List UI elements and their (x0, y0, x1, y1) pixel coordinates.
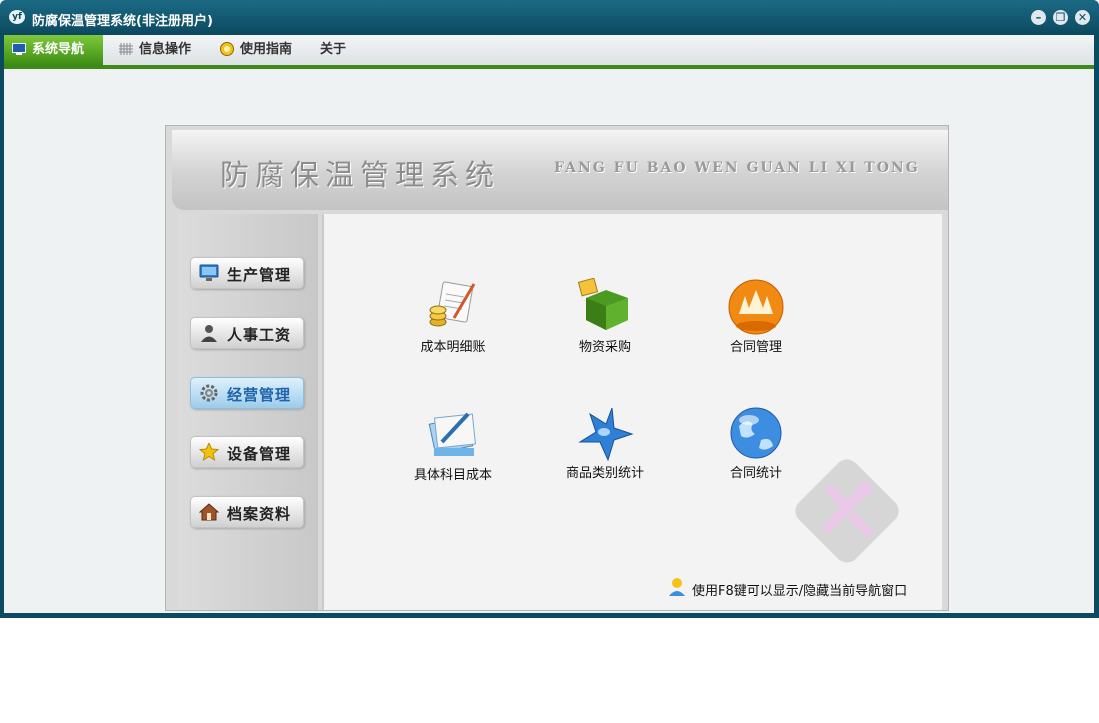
document-pen-icon (428, 412, 477, 456)
monitor-icon (199, 264, 219, 281)
menu-bar: 系统导航 信息操作 使用指南 关于 (4, 35, 1094, 69)
house-icon (199, 503, 219, 521)
menu-label: 关于 (320, 42, 347, 57)
tools-watermark-icon (795, 459, 899, 563)
menu-label: 系统导航 (32, 42, 85, 57)
minimize-icon[interactable]: – (1031, 10, 1046, 25)
star-icon (199, 443, 219, 461)
menu-label: 信息操作 (139, 42, 192, 57)
sidebar-item-label: 档案资料 (227, 505, 292, 523)
sidebar-item-equipment[interactable]: 设备管理 (190, 436, 304, 468)
module-material-purchase[interactable]: 物资采购 (550, 278, 660, 368)
module-cost-ledger[interactable]: 成本明细账 (398, 278, 508, 368)
module-label: 合同管理 (729, 340, 782, 355)
sidebar-item-hr-payroll[interactable]: 人事工资 (190, 317, 304, 349)
banner-title-en: FANG FU BAO WEN GUAN LI XI TONG (554, 160, 920, 176)
nav-sidebar: 生产管理 人事工资 经营管理 设备管理 档案资料 (178, 214, 318, 610)
module-label: 成本明细账 (420, 340, 486, 355)
sidebar-item-archives[interactable]: 档案资料 (190, 496, 304, 528)
sidebar-item-label: 生产管理 (227, 266, 292, 284)
module-category-stats[interactable]: 商品类别统计 (550, 406, 660, 496)
ledger-coins-icon (429, 281, 476, 327)
module-subject-cost[interactable]: 具体科目成本 (398, 406, 508, 496)
module-label: 具体科目成本 (413, 468, 492, 483)
module-contract-mgmt[interactable]: 合同管理 (701, 278, 811, 368)
menu-item-system-nav[interactable]: 系统导航 (4, 35, 103, 65)
sidebar-item-label: 经营管理 (227, 386, 292, 404)
module-area: 成本明细账 物资采购 合同管理 具体科目成本 商品类别统计 合同统计 使用F8键… (322, 214, 942, 610)
hint-text: 使用F8键可以显示/隐藏当前导航窗口 (692, 584, 908, 599)
menu-item-about[interactable]: 关于 (312, 35, 362, 65)
menu-item-info-ops[interactable]: 信息操作 (111, 35, 201, 65)
title-bar[interactable]: yf 防腐保温管理系统(非注册用户) – ❐ ✕ (0, 0, 1099, 34)
panel-banner: 防腐保温管理系统 FANG FU BAO WEN GUAN LI XI TONG (172, 130, 948, 210)
monitor-icon (12, 43, 26, 55)
app-window: yf 防腐保温管理系统(非注册用户) – ❐ ✕ 系统导航 信息操作 使用指南 … (0, 0, 1099, 618)
menu-item-user-guide[interactable]: 使用指南 (212, 35, 304, 65)
user-hint-icon (669, 578, 685, 596)
sidebar-item-label: 人事工资 (227, 326, 292, 344)
yf-logo-icon: yf (9, 10, 25, 24)
person-icon (201, 325, 217, 342)
orange-flame-icon (728, 279, 784, 335)
close-icon[interactable]: ✕ (1075, 10, 1090, 25)
blue-globe-icon (730, 407, 782, 459)
module-label: 商品类别统计 (565, 466, 644, 481)
f8-hint: 使用F8键可以显示/隐藏当前导航窗口 (669, 578, 908, 599)
sidebar-item-label: 设备管理 (227, 445, 292, 463)
help-icon (220, 42, 234, 56)
sidebar-item-business[interactable]: 经营管理 (190, 377, 304, 409)
sidebar-item-production[interactable]: 生产管理 (190, 257, 304, 289)
banner-title-cn: 防腐保温管理系统 (220, 158, 501, 192)
window-title: 防腐保温管理系统(非注册用户) (32, 14, 213, 29)
restore-icon[interactable]: ❐ (1053, 10, 1068, 25)
blue-star-icon (578, 407, 634, 462)
menu-label: 使用指南 (240, 42, 293, 57)
navigation-panel: 防腐保温管理系统 FANG FU BAO WEN GUAN LI XI TONG… (165, 125, 949, 611)
green-blocks-icon (577, 278, 628, 330)
grid-icon (119, 43, 133, 55)
gear-icon (200, 384, 218, 402)
module-label: 物资采购 (578, 340, 631, 355)
